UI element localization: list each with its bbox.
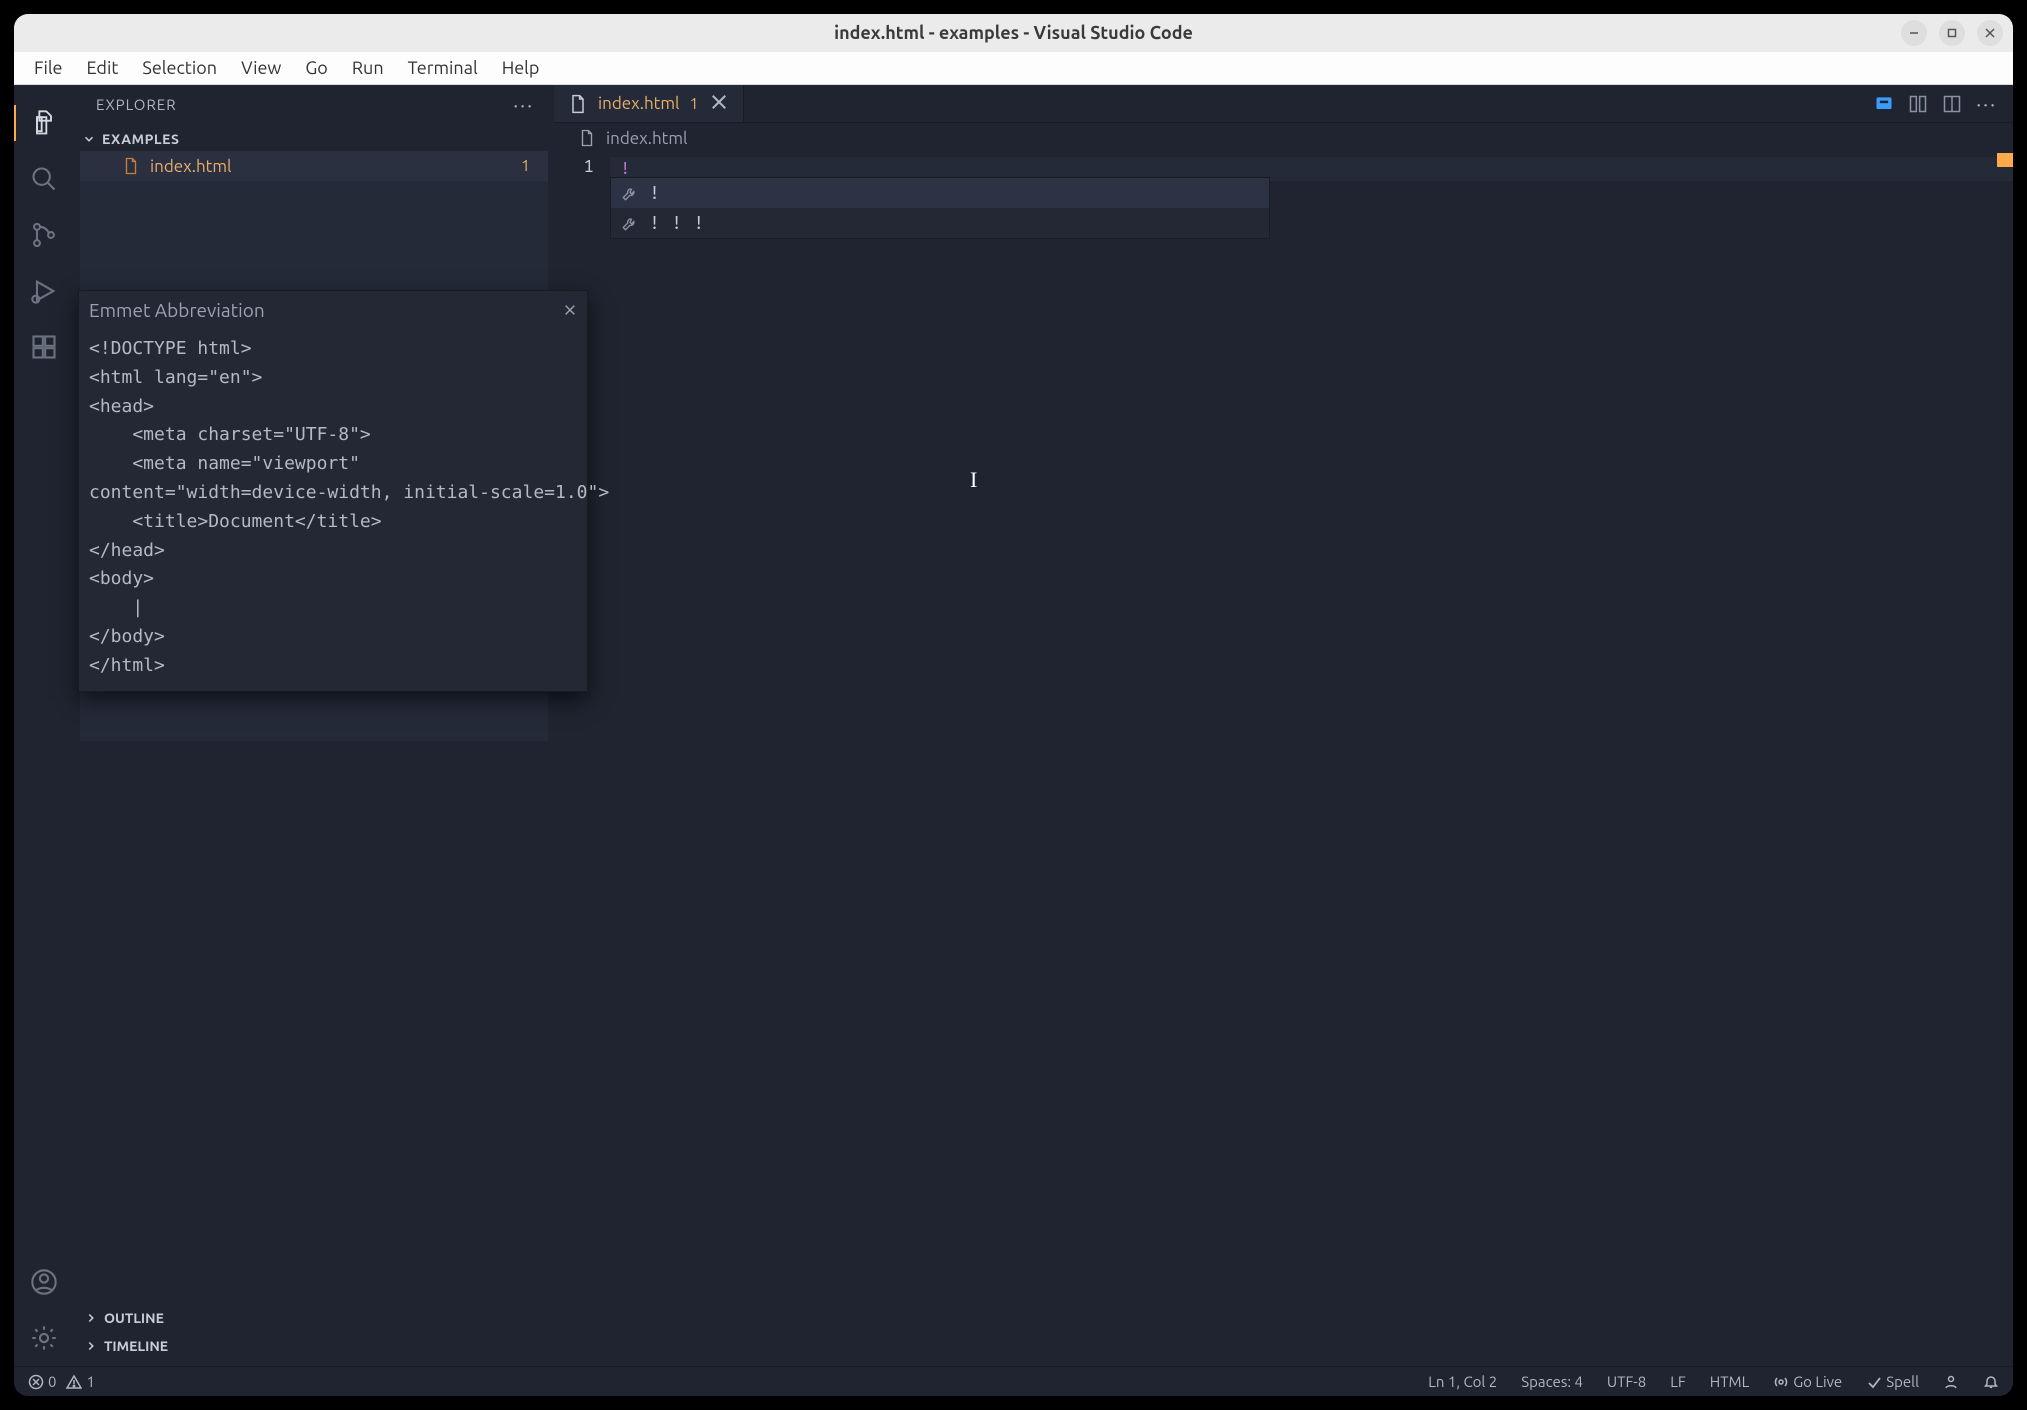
person-icon [1943, 1374, 1959, 1390]
emmet-close-icon[interactable] [563, 299, 577, 321]
status-language[interactable]: HTML [1710, 1373, 1749, 1390]
live-preview-icon[interactable] [1874, 94, 1894, 114]
window-controls [1901, 20, 2003, 46]
file-tree-item[interactable]: index.html 1 [80, 151, 548, 181]
split-editor-icon[interactable] [1942, 94, 1962, 114]
status-errors[interactable]: 0 [28, 1373, 56, 1390]
activity-search[interactable] [14, 151, 74, 207]
status-eol[interactable]: LF [1670, 1373, 1686, 1390]
file-problem-badge: 1 [521, 157, 534, 175]
maximize-button[interactable] [1939, 20, 1965, 46]
window-title: index.html - examples - Visual Studio Co… [834, 23, 1193, 43]
suggest-label: ! [649, 182, 660, 205]
menubar: File Edit Selection View Go Run Terminal… [14, 52, 2013, 85]
status-error-count: 0 [48, 1373, 56, 1390]
menu-terminal[interactable]: Terminal [396, 54, 490, 82]
status-warnings[interactable]: 1 [66, 1373, 94, 1390]
suggest-item[interactable]: ! [611, 178, 1269, 208]
sidebar-more-icon[interactable]: ··· [513, 93, 534, 116]
tab-label: index.html [598, 94, 679, 113]
menu-edit[interactable]: Edit [75, 54, 131, 82]
titlebar: index.html - examples - Visual Studio Co… [14, 14, 2013, 52]
activity-bar [14, 85, 74, 1366]
menu-help[interactable]: Help [490, 54, 552, 82]
timeline-section-header[interactable]: TIMELINE [74, 1332, 554, 1360]
file-icon [578, 129, 596, 147]
status-go-live[interactable]: Go Live [1773, 1373, 1842, 1390]
line-number: 1 [554, 157, 594, 178]
editor-tab-active[interactable]: index.html 1 [554, 85, 744, 122]
activity-manage[interactable] [14, 1310, 74, 1366]
editor[interactable]: 1 ! ! ! ! ! [554, 153, 2013, 1366]
tab-problem-badge: 1 [689, 95, 698, 113]
status-feedback-icon[interactable] [1943, 1374, 1959, 1390]
chevron-down-icon [82, 132, 96, 146]
status-warning-count: 1 [86, 1373, 94, 1390]
tab-close-icon[interactable] [709, 92, 729, 116]
menu-file[interactable]: File [22, 54, 75, 82]
activity-run-debug[interactable] [14, 263, 74, 319]
explorer-sidebar: EXPLORER ··· EXAMPLES index.html 1 [74, 85, 554, 1366]
wrench-icon [621, 184, 639, 202]
status-spell[interactable]: Spell [1866, 1373, 1919, 1390]
chevron-right-icon [84, 1339, 98, 1353]
activity-explorer[interactable] [14, 95, 74, 151]
suggest-widget[interactable]: ! ! ! ! [610, 177, 1270, 239]
folder-name: EXAMPLES [102, 131, 179, 147]
file-name: index.html [150, 157, 231, 176]
check-icon [1866, 1374, 1882, 1390]
status-bell-icon[interactable] [1983, 1374, 1999, 1390]
folder-section-header[interactable]: EXAMPLES [74, 127, 554, 151]
error-icon [28, 1374, 44, 1390]
menu-run[interactable]: Run [340, 54, 396, 82]
wrench-icon [621, 214, 639, 232]
sidebar-header: EXPLORER ··· [74, 85, 554, 123]
outline-section-header[interactable]: OUTLINE [74, 1304, 554, 1332]
suggest-item[interactable]: ! ! ! [611, 208, 1269, 238]
breadcrumb[interactable]: index.html [554, 123, 2013, 153]
text-cursor-icon: I [970, 467, 977, 493]
code-area[interactable]: ! ! ! ! ! I [610, 153, 2013, 1366]
close-button[interactable] [1977, 20, 2003, 46]
minimize-button[interactable] [1901, 20, 1927, 46]
bell-icon [1983, 1374, 1999, 1390]
minimap-marker[interactable] [1997, 153, 2013, 167]
more-actions-icon[interactable]: ··· [1976, 92, 1997, 115]
editor-group: index.html 1 ··· [554, 85, 2013, 1366]
activity-extensions[interactable] [14, 319, 74, 375]
menu-selection[interactable]: Selection [130, 54, 229, 82]
status-encoding[interactable]: UTF-8 [1607, 1373, 1646, 1390]
emmet-preview-tooltip: Emmet Abbreviation <!DOCTYPE html> <html… [78, 290, 588, 692]
menu-view[interactable]: View [229, 54, 293, 82]
menu-go[interactable]: Go [293, 54, 339, 82]
breadcrumb-file: index.html [606, 129, 687, 148]
vscode-window: index.html - examples - Visual Studio Co… [14, 14, 2013, 1396]
timeline-label: TIMELINE [104, 1338, 168, 1354]
activity-accounts[interactable] [14, 1254, 74, 1310]
status-ln-col[interactable]: Ln 1, Col 2 [1428, 1373, 1497, 1390]
suggest-label: ! ! ! [649, 212, 704, 235]
file-icon [122, 157, 140, 175]
emmet-title: Emmet Abbreviation [89, 299, 265, 321]
tab-actions: ··· [1858, 85, 2013, 122]
activity-source-control[interactable] [14, 207, 74, 263]
compare-icon[interactable] [1908, 94, 1928, 114]
sidebar-title: EXPLORER [96, 96, 177, 113]
warning-icon [66, 1374, 82, 1390]
status-bar: 0 1 Ln 1, Col 2 Spaces: 4 UTF-8 LF HTML … [14, 1366, 2013, 1396]
chevron-right-icon [84, 1311, 98, 1325]
tab-bar: index.html 1 ··· [554, 85, 2013, 123]
broadcast-icon [1773, 1374, 1789, 1390]
emmet-body: <!DOCTYPE html> <html lang="en"> <head> … [79, 329, 587, 681]
file-icon [568, 94, 588, 114]
outline-label: OUTLINE [104, 1310, 164, 1326]
status-spaces[interactable]: Spaces: 4 [1521, 1373, 1583, 1390]
